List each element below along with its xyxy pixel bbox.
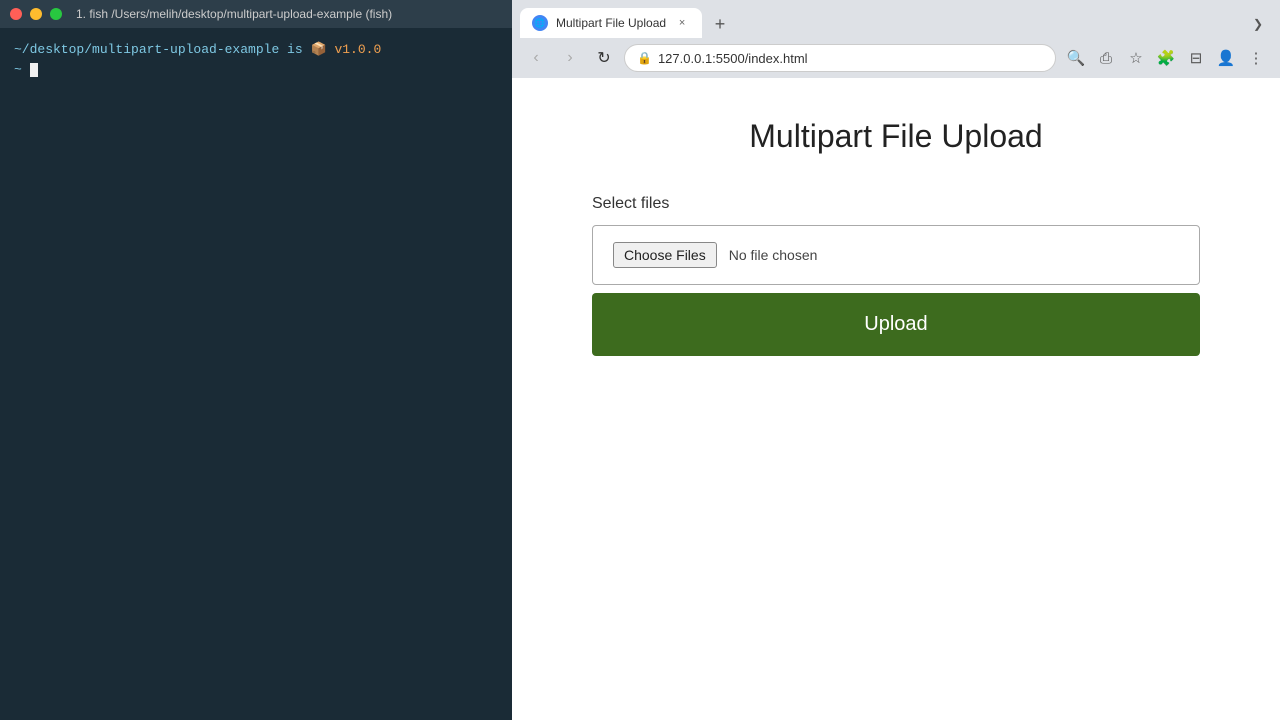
forward-button[interactable]: › xyxy=(556,44,584,72)
zoom-button[interactable]: 🔍 xyxy=(1062,44,1090,72)
share-icon: ⎙ xyxy=(1100,50,1112,67)
extensions-button[interactable]: 🧩 xyxy=(1152,44,1180,72)
forward-icon: › xyxy=(567,49,572,67)
terminal-prompt-symbol: ~ xyxy=(14,62,30,77)
terminal-pane: 1. fish /Users/melih/desktop/multipart-u… xyxy=(0,0,512,720)
menu-icon: ⋮ xyxy=(1249,49,1264,67)
page-content: Multipart File Upload Select files Choos… xyxy=(512,78,1280,720)
tab-title: Multipart File Upload xyxy=(556,16,666,30)
bookmark-icon: ☆ xyxy=(1129,49,1142,67)
minimize-traffic-light[interactable] xyxy=(30,8,42,20)
tab-overflow-button[interactable]: ❯ xyxy=(1244,10,1272,38)
terminal-cursor-line: ~ xyxy=(14,60,498,80)
active-tab[interactable]: 🌐 Multipart File Upload × xyxy=(520,8,702,38)
tab-close-button[interactable]: × xyxy=(674,15,690,31)
tab-favicon: 🌐 xyxy=(532,15,548,31)
refresh-icon: ↻ xyxy=(597,48,610,68)
file-input-wrapper: Choose Files No file chosen xyxy=(592,225,1200,285)
close-traffic-light[interactable] xyxy=(10,8,22,20)
profile-icon: 👤 xyxy=(1217,49,1236,67)
sidebar-icon: ⊟ xyxy=(1190,49,1203,67)
upload-button[interactable]: Upload xyxy=(592,293,1200,356)
back-icon: ‹ xyxy=(533,49,538,67)
choose-files-button[interactable]: Choose Files xyxy=(613,242,717,268)
terminal-prompt-text: ~/desktop/multipart-upload-example is 📦 xyxy=(14,42,334,57)
zoom-icon: 🔍 xyxy=(1067,49,1086,67)
no-file-text: No file chosen xyxy=(729,247,818,263)
page-title: Multipart File Upload xyxy=(592,118,1200,155)
menu-button[interactable]: ⋮ xyxy=(1242,44,1270,72)
terminal-cursor xyxy=(30,63,38,77)
extensions-icon: 🧩 xyxy=(1157,49,1176,67)
maximize-traffic-light[interactable] xyxy=(50,8,62,20)
share-button[interactable]: ⎙ xyxy=(1092,44,1120,72)
terminal-version-text: v1.0.0 xyxy=(334,42,381,57)
refresh-button[interactable]: ↻ xyxy=(590,44,618,72)
select-files-label: Select files xyxy=(592,195,1200,213)
toolbar-icons: 🔍 ⎙ ☆ 🧩 ⊟ 👤 ⋮ xyxy=(1062,44,1270,72)
bookmark-button[interactable]: ☆ xyxy=(1122,44,1150,72)
terminal-title-bar: 1. fish /Users/melih/desktop/multipart-u… xyxy=(0,0,512,28)
profile-button[interactable]: 👤 xyxy=(1212,44,1240,72)
new-tab-button[interactable]: + xyxy=(706,10,734,38)
terminal-prompt-line: ~/desktop/multipart-upload-example is 📦 … xyxy=(14,40,498,60)
file-form-group: Select files Choose Files No file chosen… xyxy=(592,195,1200,356)
terminal-title-text: 1. fish /Users/melih/desktop/multipart-u… xyxy=(76,7,392,21)
browser-pane: 🌐 Multipart File Upload × + ❯ ‹ › ↻ 🔒 12… xyxy=(512,0,1280,720)
lock-icon: 🔒 xyxy=(637,51,652,65)
sidebar-button[interactable]: ⊟ xyxy=(1182,44,1210,72)
tab-strip: 🌐 Multipart File Upload × + ❯ xyxy=(512,0,1280,38)
address-bar[interactable]: 🔒 127.0.0.1:5500/index.html xyxy=(624,44,1056,72)
address-url: 127.0.0.1:5500/index.html xyxy=(658,51,1043,66)
browser-chrome: 🌐 Multipart File Upload × + ❯ ‹ › ↻ 🔒 12… xyxy=(512,0,1280,78)
back-button[interactable]: ‹ xyxy=(522,44,550,72)
terminal-body: ~/desktop/multipart-upload-example is 📦 … xyxy=(0,28,512,91)
address-bar-row: ‹ › ↻ 🔒 127.0.0.1:5500/index.html 🔍 ⎙ xyxy=(512,38,1280,78)
